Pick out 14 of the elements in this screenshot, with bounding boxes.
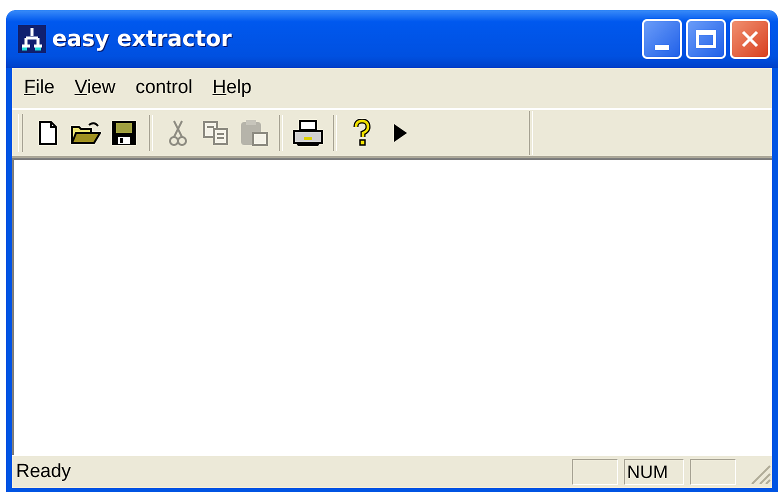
maximize-button[interactable] — [686, 19, 726, 59]
menu-item[interactable]: File — [16, 77, 67, 99]
status-indicator: NUM — [624, 459, 684, 485]
status-pane — [572, 459, 618, 485]
window-title: easy extractor — [52, 26, 233, 52]
close-icon — [740, 29, 760, 49]
status-pane — [690, 459, 736, 485]
app-icon — [18, 25, 46, 53]
menu-item[interactable]: control — [127, 77, 205, 99]
close-button[interactable] — [730, 19, 770, 59]
status-message: Ready — [15, 461, 72, 483]
minimize-button[interactable] — [642, 19, 682, 59]
menu-item[interactable]: View — [66, 77, 128, 99]
menu-item[interactable]: Help — [204, 77, 264, 99]
